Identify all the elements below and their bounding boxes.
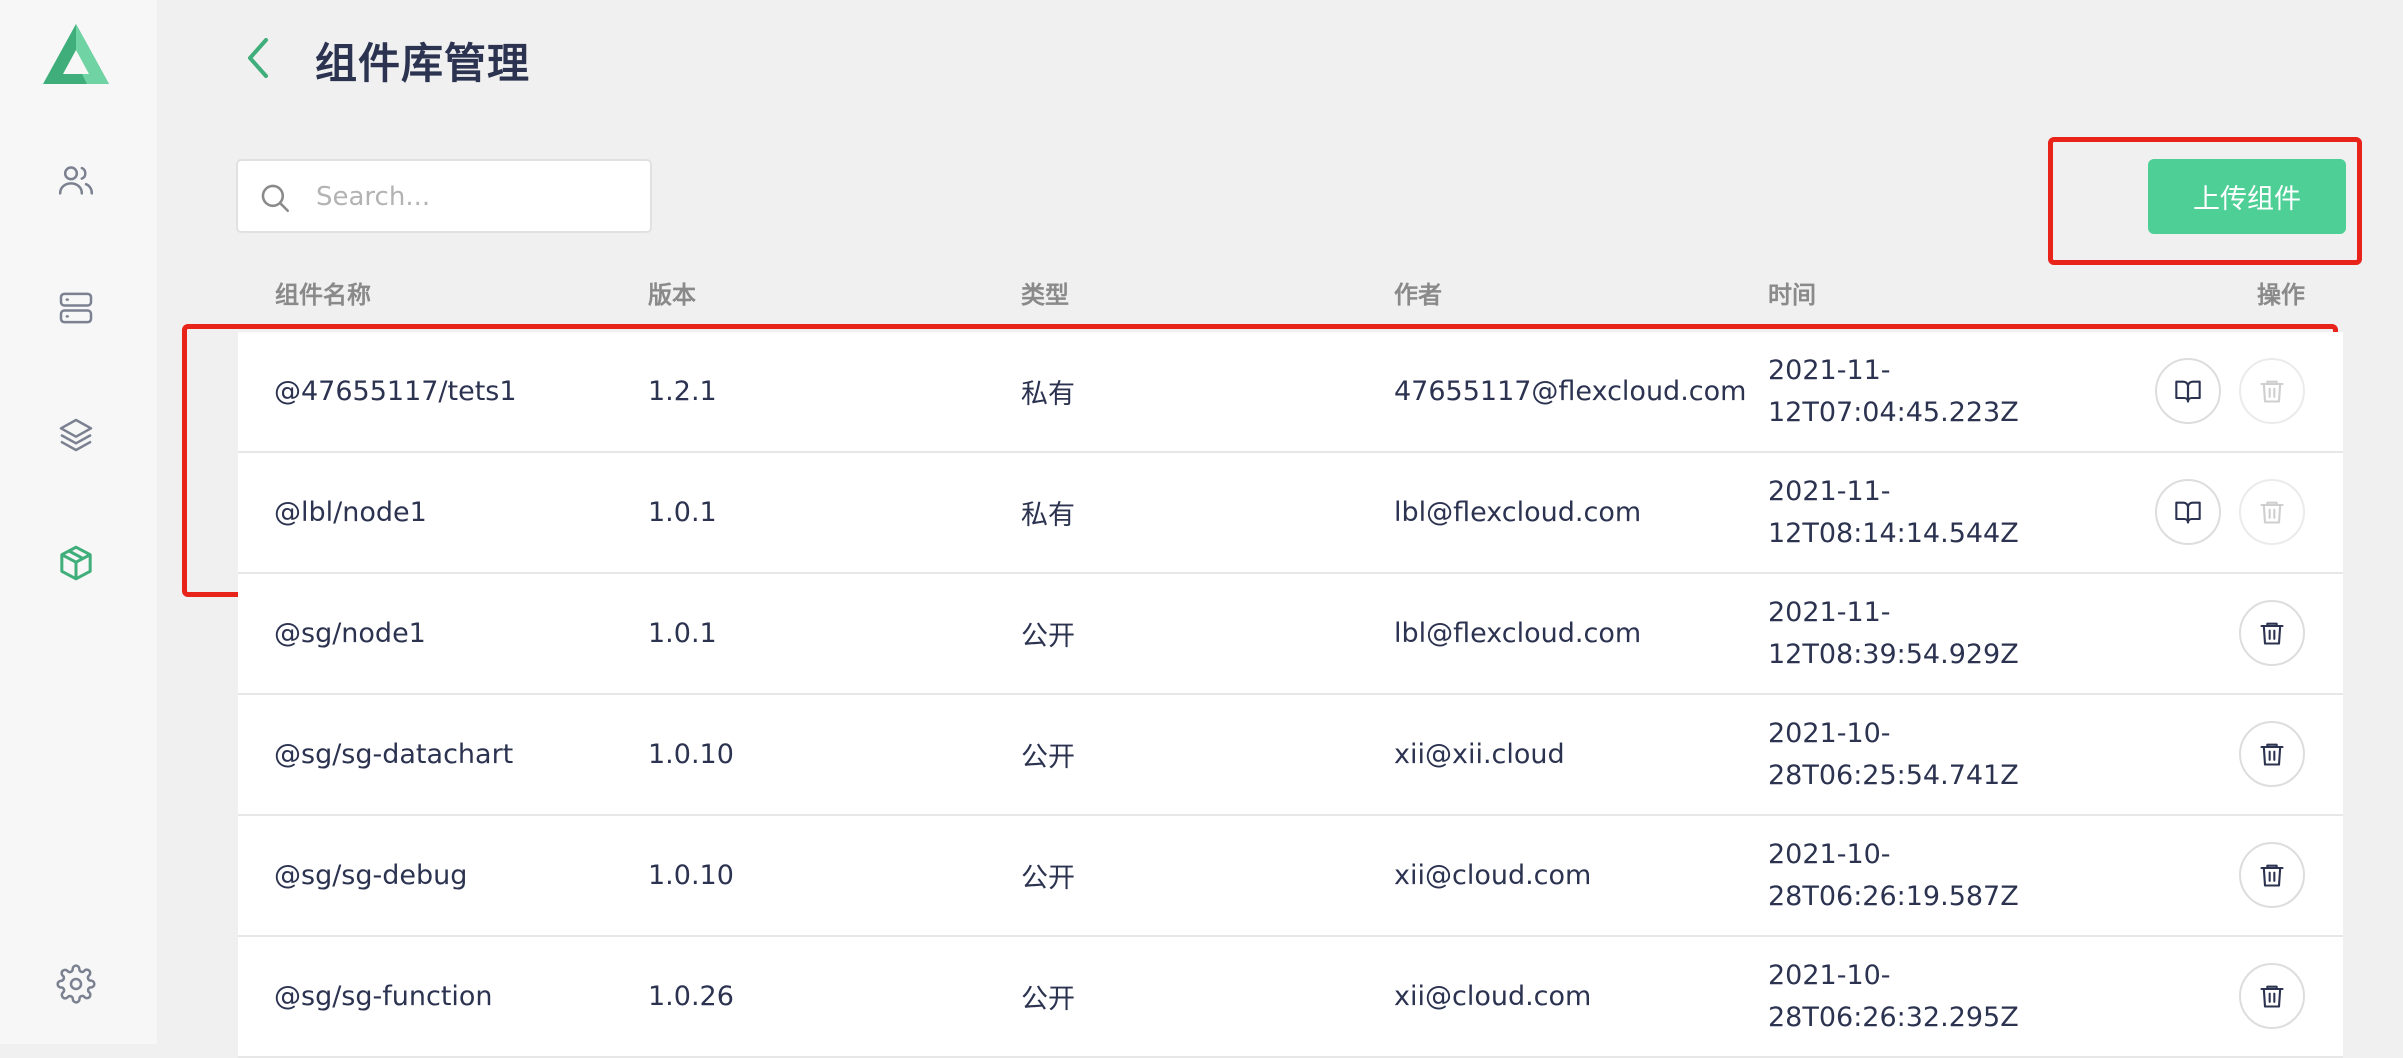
table-row: @47655117/tets1 1.2.1 私有 47655117@flexcl… — [238, 332, 2343, 453]
trash-icon — [2260, 743, 2284, 766]
sidebar-item-layers[interactable] — [52, 411, 100, 459]
time-rest: 28T06:25:54.741Z — [1768, 759, 2019, 791]
table-row: @sg/sg-datachart 1.0.10 公开 xii@xii.cloud… — [238, 695, 2343, 816]
time-rest: 28T06:26:19.587Z — [1768, 880, 2019, 912]
layers-icon — [59, 418, 93, 452]
search-box[interactable] — [236, 159, 652, 233]
component-time: 2021-10- 28T06:26:32.295Z — [1768, 937, 2019, 1056]
component-name: @sg/sg-datachart — [274, 739, 514, 770]
delete-button[interactable] — [2239, 721, 2305, 787]
time-date: 2021-11- — [1768, 354, 1891, 386]
delete-button[interactable] — [2239, 963, 2305, 1029]
sidebar-item-users[interactable] — [52, 156, 100, 204]
component-name: @sg/sg-function — [274, 981, 493, 1012]
component-name: @lbl/node1 — [274, 497, 427, 528]
trash-icon — [2260, 501, 2284, 524]
book-open-icon — [2175, 380, 2201, 403]
search-icon — [261, 184, 290, 213]
docs-button[interactable] — [2155, 479, 2221, 545]
component-author: lbl@flexcloud.com — [1394, 618, 1642, 649]
search-input[interactable] — [314, 173, 638, 221]
component-author: xii@xii.cloud — [1394, 739, 1565, 770]
users-icon — [58, 166, 94, 195]
component-author: lbl@flexcloud.com — [1394, 497, 1642, 528]
component-type: 私有 — [1021, 500, 1075, 531]
trash-icon — [2260, 864, 2284, 887]
component-name: @sg/sg-debug — [274, 860, 468, 891]
component-version: 1.0.10 — [648, 739, 734, 770]
docs-button[interactable] — [2155, 358, 2221, 424]
time-date: 2021-11- — [1768, 475, 1891, 507]
component-time: 2021-11- 12T08:14:14.544Z — [1768, 453, 2019, 572]
delete-button[interactable] — [2239, 600, 2305, 666]
time-rest: 28T06:26:32.295Z — [1768, 1001, 2019, 1033]
table-row: @sg/sg-function 1.0.26 公开 xii@cloud.com … — [238, 937, 2343, 1058]
component-author: xii@cloud.com — [1394, 981, 1592, 1012]
sidebar-item-settings[interactable] — [52, 960, 100, 1008]
delete-button[interactable] — [2239, 479, 2305, 545]
component-version: 1.0.1 — [648, 618, 717, 649]
table-header: 组件名称 版本 类型 作者 时间 操作 — [0, 275, 2403, 315]
gear-icon — [56, 964, 96, 1004]
component-time: 2021-11- 12T07:04:45.223Z — [1768, 332, 2019, 451]
column-header-version: 版本 — [648, 281, 696, 309]
delete-button[interactable] — [2239, 842, 2305, 908]
time-date: 2021-10- — [1768, 717, 1891, 749]
component-version: 1.0.10 — [648, 860, 734, 891]
column-header-author: 作者 — [1394, 281, 1442, 309]
time-date: 2021-11- — [1768, 596, 1891, 628]
component-name: @sg/node1 — [274, 618, 426, 649]
column-header-name: 组件名称 — [275, 281, 371, 309]
component-name: @47655117/tets1 — [274, 376, 517, 407]
component-time: 2021-11- 12T08:39:54.929Z — [1768, 574, 2019, 693]
component-type: 私有 — [1021, 379, 1075, 410]
column-header-time: 时间 — [1768, 281, 1816, 309]
sidebar — [0, 0, 157, 1044]
time-rest: 12T08:14:14.544Z — [1768, 517, 2019, 549]
component-table: @47655117/tets1 1.2.1 私有 47655117@flexcl… — [238, 332, 2343, 1058]
logo-icon — [43, 24, 109, 84]
package-icon — [60, 545, 92, 581]
trash-icon — [2260, 985, 2284, 1008]
component-type: 公开 — [1021, 621, 1075, 652]
delete-button[interactable] — [2239, 358, 2305, 424]
component-author: 47655117@flexcloud.com — [1394, 376, 1747, 407]
component-version: 1.0.26 — [648, 981, 734, 1012]
table-row: @lbl/node1 1.0.1 私有 lbl@flexcloud.com 20… — [238, 453, 2343, 574]
component-author: xii@cloud.com — [1394, 860, 1592, 891]
time-date: 2021-10- — [1768, 959, 1891, 991]
table-row: @sg/sg-debug 1.0.10 公开 xii@cloud.com 202… — [238, 816, 2343, 937]
component-type: 公开 — [1021, 742, 1075, 773]
sidebar-item-components[interactable] — [52, 539, 100, 587]
back-arrow-icon[interactable] — [238, 36, 278, 80]
component-time: 2021-10- 28T06:26:19.587Z — [1768, 816, 2019, 935]
column-header-type: 类型 — [1021, 281, 1069, 309]
trash-icon — [2260, 622, 2284, 645]
component-type: 公开 — [1021, 863, 1075, 894]
trash-icon — [2260, 380, 2284, 403]
time-rest: 12T08:39:54.929Z — [1768, 638, 2019, 670]
time-date: 2021-10- — [1768, 838, 1891, 870]
upload-component-button[interactable]: 上传组件 — [2148, 159, 2346, 234]
component-version: 1.2.1 — [648, 376, 717, 407]
component-type: 公开 — [1021, 984, 1075, 1015]
page-title: 组件库管理 — [315, 39, 531, 88]
component-time: 2021-10- 28T06:25:54.741Z — [1768, 695, 2019, 814]
book-open-icon — [2175, 501, 2201, 524]
component-version: 1.0.1 — [648, 497, 717, 528]
column-header-actions: 操作 — [2257, 281, 2305, 309]
time-rest: 12T07:04:45.223Z — [1768, 396, 2019, 428]
table-row: @sg/node1 1.0.1 公开 lbl@flexcloud.com 202… — [238, 574, 2343, 695]
